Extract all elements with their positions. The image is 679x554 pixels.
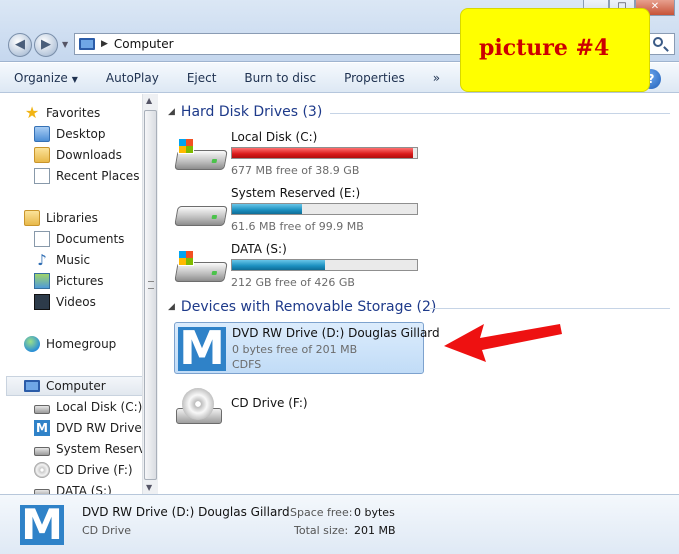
nav-recent-places[interactable]: Recent Places (0, 166, 139, 186)
burn-to-disc-button[interactable]: Burn to disc (230, 63, 330, 93)
videos-icon (34, 294, 50, 310)
nav-desktop[interactable]: Desktop (0, 124, 106, 144)
nav-homegroup[interactable]: Homegroup (0, 334, 116, 354)
grip-icon (148, 281, 154, 289)
drive-tile-local-disk-c[interactable]: Local Disk (C:) 677 MB free of 38.9 GB (174, 130, 424, 182)
details-item-type: CD Drive (82, 524, 131, 537)
details-total-size-value: 201 MB (354, 524, 396, 537)
organize-button[interactable]: Organize ▼ (0, 63, 92, 93)
group-removable-storage[interactable]: ◢ Devices with Removable Storage (2) (168, 299, 436, 315)
chevron-right-icon[interactable]: ▶ (101, 39, 108, 49)
windows-logo-icon (178, 250, 194, 266)
capacity-bar-fill (232, 204, 303, 214)
star-icon: ★ (24, 103, 40, 122)
nav-scrollbar[interactable]: ▲ ▼ (142, 94, 158, 494)
drive-name: System Reserved (E:) (231, 186, 361, 200)
capacity-bar-fill (232, 260, 325, 270)
annotation-text: picture #4 (479, 35, 610, 61)
capacity-bar-fill (232, 148, 414, 158)
hard-drive-icon (174, 200, 228, 230)
group-divider (430, 308, 670, 309)
nav-downloads[interactable]: Downloads (0, 145, 122, 165)
drive-free-space: 0 bytes free of 201 MB (232, 343, 358, 356)
properties-button[interactable]: Properties (330, 63, 419, 93)
forward-button[interactable]: ▶ (34, 33, 58, 57)
collapse-triangle-icon[interactable]: ◢ (168, 302, 175, 312)
nav-computer[interactable]: Computer (6, 376, 146, 396)
search-icon[interactable] (653, 37, 663, 47)
nav-system-reserved[interactable]: System Reserved (0, 439, 157, 459)
cd-drive-icon (34, 462, 50, 478)
libraries-icon (24, 210, 40, 226)
recent-places-icon (34, 168, 50, 184)
windows-logo-icon (178, 138, 194, 154)
nav-favorites[interactable]: ★ Favorites (0, 103, 100, 123)
autoplay-button[interactable]: AutoPlay (92, 63, 173, 93)
nav-data-s[interactable]: DATA (S:) (0, 481, 112, 494)
back-button[interactable]: ◀ (8, 33, 32, 57)
chevron-down-icon: ▼ (71, 74, 78, 84)
recent-pages-dropdown[interactable]: ▼ (62, 40, 68, 49)
red-arrow-icon (444, 324, 562, 362)
hard-drive-icon (34, 404, 50, 414)
drive-name: CD Drive (F:) (231, 396, 308, 410)
capacity-bar (231, 203, 418, 215)
details-pane: DVD RW Drive (D:) Douglas Gillard CD Dri… (0, 494, 679, 554)
address-bar[interactable]: ▶ Computer (74, 33, 469, 55)
capacity-bar (231, 259, 418, 271)
nav-local-disk-c[interactable]: Local Disk (C:) (0, 397, 142, 417)
drive-name: DATA (S:) (231, 242, 287, 256)
collapse-triangle-icon[interactable]: ◢ (168, 107, 175, 117)
dvd-disc-logo-icon (178, 321, 226, 375)
drive-free-space: 677 MB free of 38.9 GB (231, 164, 360, 177)
breadcrumb-computer[interactable]: Computer (114, 37, 174, 51)
nav-cd-drive-f[interactable]: CD Drive (F:) (0, 460, 133, 480)
drive-tile-data-s[interactable]: DATA (S:) 212 GB free of 426 GB (174, 242, 424, 294)
nav-videos[interactable]: Videos (0, 292, 96, 312)
computer-icon (79, 38, 95, 50)
more-commands-button[interactable]: » (419, 63, 454, 93)
nav-dvd-drive-d[interactable]: M DVD RW Drive (D (0, 418, 157, 438)
drive-name: Local Disk (C:) (231, 130, 318, 144)
drive-free-space: 212 GB free of 426 GB (231, 276, 355, 289)
dvd-disc-logo-icon (20, 500, 64, 549)
computer-icon (24, 378, 40, 394)
details-item-name: DVD RW Drive (D:) Douglas Gillard (82, 505, 290, 519)
drive-tile-cd-f[interactable]: CD Drive (F:) (174, 386, 424, 434)
details-space-free-label: Space free: (290, 506, 353, 519)
desktop-icon (34, 126, 50, 142)
drive-tile-system-reserved-e[interactable]: System Reserved (E:) 61.6 MB free of 99.… (174, 186, 424, 238)
scroll-up-icon[interactable]: ▲ (146, 96, 152, 105)
music-note-icon: ♪ (37, 251, 47, 269)
navigation-pane: ★ Favorites Desktop Downloads Recent Plac… (0, 94, 158, 494)
drive-name: DVD RW Drive (D:) Douglas Gillard (232, 326, 440, 340)
content-pane: ◢ Hard Disk Drives (3) Local Disk (C:) 6… (160, 94, 679, 494)
cd-disc-icon (182, 388, 214, 420)
nav-music[interactable]: ♪ Music (0, 250, 90, 270)
drive-filesystem: CDFS (232, 358, 262, 371)
nav-pictures[interactable]: Pictures (0, 271, 104, 291)
documents-icon (34, 231, 50, 247)
scrollbar-thumb[interactable] (144, 110, 157, 480)
hard-drive-icon (174, 138, 228, 174)
scroll-down-icon[interactable]: ▼ (146, 483, 152, 492)
drive-tile-dvd-rw-d[interactable]: DVD RW Drive (D:) Douglas Gillard 0 byte… (174, 321, 440, 375)
group-divider (330, 113, 670, 114)
details-total-size-label: Total size: (294, 524, 349, 537)
hard-drive-icon (174, 250, 228, 286)
nav-documents[interactable]: Documents (0, 229, 124, 249)
hard-drive-icon (34, 446, 50, 456)
eject-button[interactable]: Eject (173, 63, 231, 93)
annotation-label: picture #4 (460, 8, 650, 92)
capacity-bar (231, 147, 418, 159)
group-hard-disk-drives[interactable]: ◢ Hard Disk Drives (3) (168, 104, 322, 120)
downloads-folder-icon (34, 147, 50, 163)
drive-free-space: 61.6 MB free of 99.9 MB (231, 220, 364, 233)
nav-libraries[interactable]: Libraries (0, 208, 98, 228)
details-space-free-value: 0 bytes (354, 506, 395, 519)
dvd-drive-icon: M (34, 420, 50, 436)
homegroup-icon (24, 336, 40, 352)
pictures-icon (34, 273, 50, 289)
